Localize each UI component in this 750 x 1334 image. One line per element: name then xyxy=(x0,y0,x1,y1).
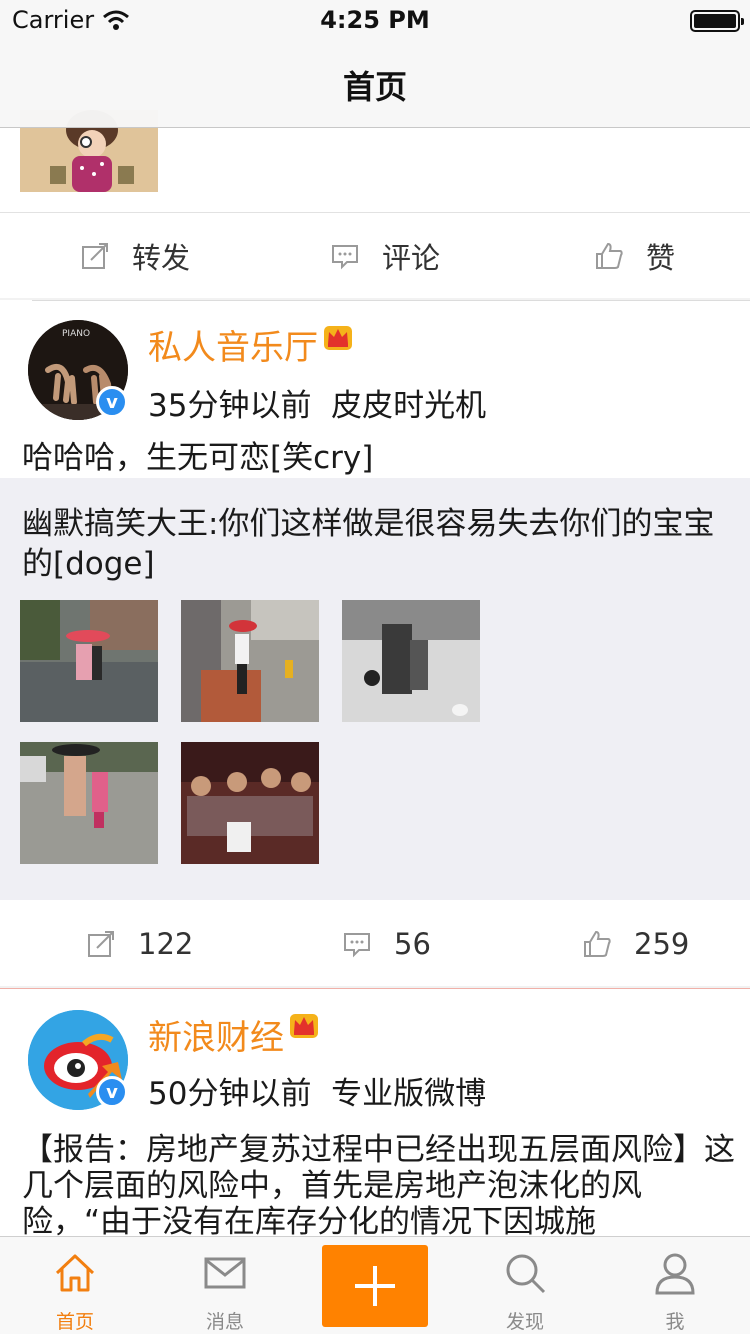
repost-icon xyxy=(88,931,114,957)
compose-button[interactable] xyxy=(322,1245,428,1327)
post-text: 哈哈哈，生无可恋[笑cry] xyxy=(22,440,374,476)
tab-home[interactable]: 首页 xyxy=(20,1237,130,1334)
tab-label: 发现 xyxy=(505,1311,544,1333)
tab-messages[interactable]: 消息 xyxy=(170,1237,280,1334)
thumbs-up-icon xyxy=(584,930,611,957)
comment-count: 56 xyxy=(394,927,431,961)
post-source[interactable]: 皮皮时光机 xyxy=(331,388,486,424)
comment-button[interactable]: 评论 xyxy=(330,214,440,298)
clock: 4:25 PM xyxy=(320,6,430,34)
tab-label: 我 xyxy=(665,1311,685,1333)
vip-crown-icon xyxy=(324,326,352,350)
status-bar: Carrier 4:25 PM xyxy=(0,0,750,40)
repost-label: 转发 xyxy=(132,241,191,275)
nav-bar: 首页 xyxy=(0,40,750,128)
repost-text: 幽默搞笑大王:你们这样做是很容易失去你们的宝宝的[doge] xyxy=(22,506,715,582)
svg-text:PIANO: PIANO xyxy=(62,329,90,339)
verified-badge: v xyxy=(96,386,128,418)
photo-thumbnail[interactable] xyxy=(20,742,158,864)
mail-icon xyxy=(204,1257,246,1289)
post-meta: 50分钟以前 专业版微博 xyxy=(148,1068,486,1113)
search-icon xyxy=(506,1254,546,1294)
author-name[interactable]: 私人音乐厅 xyxy=(148,320,318,369)
plus-icon xyxy=(355,1266,395,1306)
prev-post-action-bar: 转发 评论 赞 xyxy=(0,214,750,298)
repost-icon xyxy=(82,243,108,269)
reposted-content[interactable]: 幽默搞笑大王:你们这样做是很容易失去你们的宝宝的[doge] xyxy=(0,478,750,900)
comment-label: 评论 xyxy=(382,241,441,275)
battery-icon xyxy=(690,10,744,32)
like-button[interactable]: 赞 xyxy=(594,214,675,298)
post-time: 50分钟以前 xyxy=(148,1076,312,1112)
author-name[interactable]: 新浪财经 xyxy=(148,1010,284,1059)
separator-line xyxy=(0,988,750,989)
photo-thumbnail[interactable] xyxy=(181,742,319,864)
photo-thumbnail[interactable] xyxy=(181,600,319,722)
verified-badge: v xyxy=(96,1076,128,1108)
tab-me[interactable]: 我 xyxy=(620,1237,730,1334)
feed[interactable]: 转发 评论 赞 PIANO v 私人音乐厅 35分钟以前 皮皮时光机 哈哈哈，生… xyxy=(0,0,750,1334)
tab-bar: 首页 消息 发现 我 xyxy=(0,1236,750,1334)
page-title: 首页 xyxy=(342,68,407,106)
post-time: 35分钟以前 xyxy=(148,388,312,424)
post1-action-bar: 122 56 259 xyxy=(0,902,750,986)
comment-icon xyxy=(344,933,370,958)
photo-thumbnail[interactable] xyxy=(342,600,480,722)
vip-crown-icon xyxy=(290,1014,318,1038)
post-meta: 35分钟以前 皮皮时光机 xyxy=(148,380,486,425)
home-icon xyxy=(55,1254,95,1292)
photo-thumbnail[interactable] xyxy=(20,600,158,722)
comment-button[interactable]: 56 xyxy=(342,902,431,986)
post-text: 【报告：房地产复苏过程中已经出现五层面风险】这几个层面的风险中，首先是房地产泡沫… xyxy=(22,1132,735,1236)
post-source[interactable]: 专业版微博 xyxy=(331,1076,486,1112)
tab-label: 首页 xyxy=(55,1311,94,1333)
like-label: 赞 xyxy=(646,241,676,275)
person-icon xyxy=(655,1253,695,1295)
like-count: 259 xyxy=(634,927,690,961)
thumbs-up-icon xyxy=(596,242,623,269)
tab-label: 消息 xyxy=(205,1311,244,1333)
comment-icon xyxy=(332,245,358,270)
separator-line xyxy=(32,300,750,301)
repost-button[interactable]: 122 xyxy=(86,902,193,986)
repost-button[interactable]: 转发 xyxy=(80,214,190,298)
like-button[interactable]: 259 xyxy=(582,902,689,986)
repost-count: 122 xyxy=(138,927,194,961)
tab-discover[interactable]: 发现 xyxy=(470,1237,580,1334)
separator xyxy=(0,212,750,213)
